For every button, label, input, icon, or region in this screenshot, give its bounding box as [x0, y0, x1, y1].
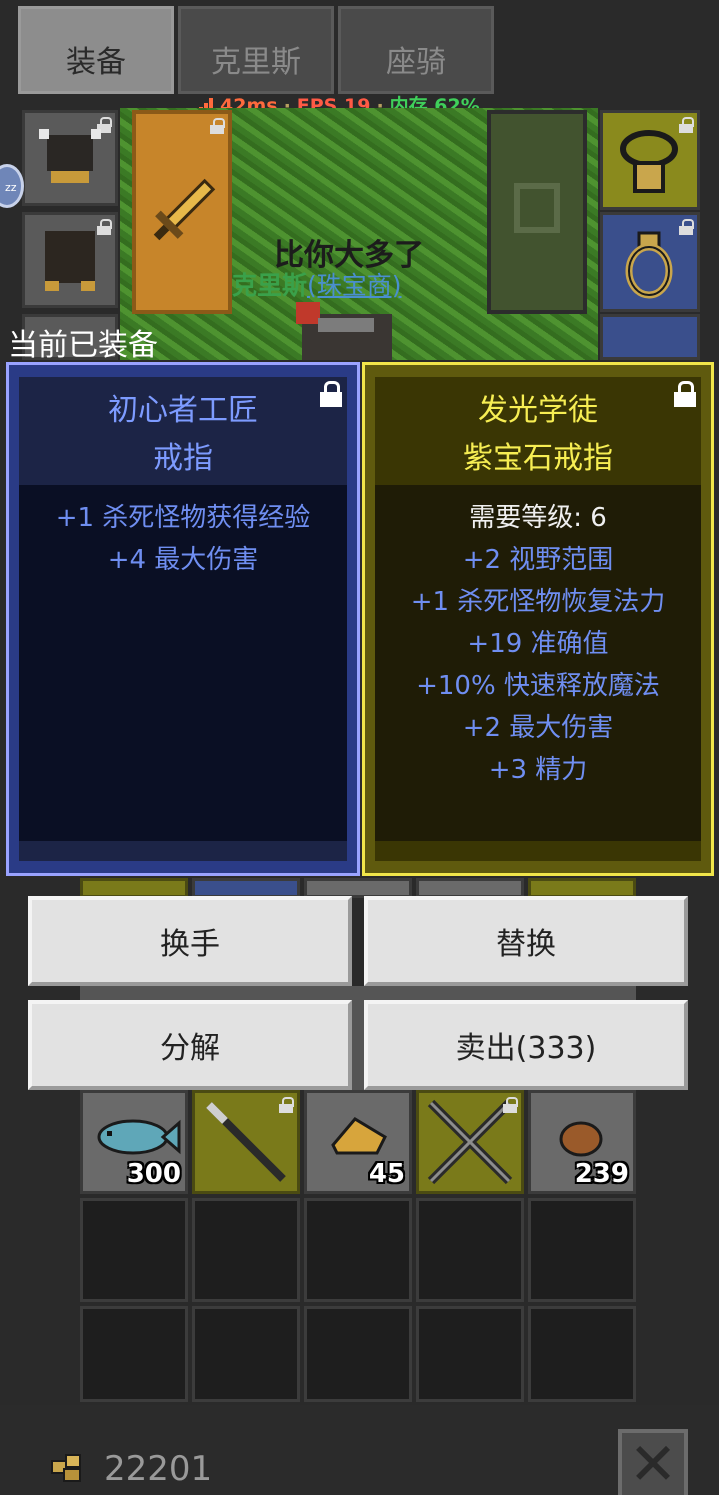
new-item-name-line1: 发光学徒 [478, 393, 598, 428]
lock-icon[interactable] [673, 381, 697, 409]
equipped-label: 当前已装备 [8, 328, 158, 363]
current-item-card: 初心者工匠 戒指 +1 杀死怪物获得经验 +4 最大伤害 [6, 362, 360, 876]
inventory-grid-hidden [80, 878, 636, 898]
inventory-slot[interactable] [416, 1198, 524, 1302]
inventory-slot[interactable] [192, 1198, 300, 1302]
item-count: 45 [368, 1159, 405, 1189]
lock-icon [279, 1097, 294, 1113]
close-button[interactable]: ✕ [618, 1429, 688, 1495]
inventory-slot[interactable]: 239 [528, 1090, 636, 1194]
stat-line: +3 精力 [488, 755, 588, 785]
stat-line: +1 杀死怪物获得经验 [55, 503, 311, 533]
inventory-slot[interactable] [416, 878, 524, 898]
replace-button[interactable]: 替换 [364, 896, 688, 986]
inventory-slot[interactable] [192, 878, 300, 898]
ring-icon [625, 231, 673, 299]
tab-mount[interactable]: 座骑 [338, 6, 494, 94]
footer-bar: 22201 ✕ [0, 1405, 719, 1495]
lock-icon [503, 1097, 518, 1113]
current-item-header: 初心者工匠 戒指 [19, 377, 347, 485]
inventory-slot[interactable] [304, 1306, 412, 1402]
current-item-name-line2: 戒指 [153, 441, 213, 476]
armor-slot[interactable] [22, 212, 118, 308]
stat-line: +10% 快速释放魔法 [416, 671, 660, 701]
inventory-slot[interactable] [304, 1198, 412, 1302]
helmet-slot[interactable] [22, 110, 118, 206]
card-footer [19, 841, 347, 861]
golden-sword-icon [153, 178, 216, 241]
inventory-slot[interactable] [80, 1306, 188, 1402]
tab-equipment[interactable]: 装备 [18, 6, 174, 94]
inventory-slot[interactable] [528, 1198, 636, 1302]
swap-hand-button[interactable]: 换手 [28, 896, 352, 986]
sell-button[interactable]: 卖出(333) [364, 1000, 688, 1090]
level-requirement: 需要等级: 6 [469, 503, 607, 533]
current-item-name-line1: 初心者工匠 [108, 393, 258, 428]
necklace-slot[interactable] [600, 110, 700, 210]
player-title: (珠宝商) [307, 271, 402, 300]
tab-bar: 装备 克里斯 座骑 [18, 6, 494, 94]
new-item-name-line2: 紫宝石戒指 [463, 441, 613, 476]
new-item-header: 发光学徒 紫宝石戒指 [375, 377, 701, 485]
ring-slot-2[interactable] [600, 314, 700, 360]
salvage-button[interactable]: 分解 [28, 1000, 352, 1090]
horned-helmet-icon [39, 129, 101, 183]
gold-amount: 22201 [104, 1449, 213, 1489]
stat-line: +2 视野范围 [462, 545, 614, 575]
inventory-slot[interactable] [80, 1198, 188, 1302]
player-nametag: 克里斯(珠宝商) [232, 266, 402, 302]
player-character [296, 302, 392, 360]
amulet-icon [620, 130, 678, 193]
sleep-status-badge: zz [0, 164, 24, 208]
item-count: 300 [126, 1159, 181, 1189]
inventory-slot[interactable]: 300 [80, 1090, 188, 1194]
inventory-slot[interactable] [80, 878, 188, 898]
lock-icon[interactable] [319, 381, 343, 409]
player-name: 克里斯 [232, 271, 308, 300]
item-count: 239 [574, 1159, 629, 1189]
inventory-slot[interactable] [416, 1306, 524, 1402]
offhand-slot[interactable] [487, 110, 587, 314]
inventory-slot[interactable] [528, 1306, 636, 1402]
new-item-card: 发光学徒 紫宝石戒指 需要等级: 6 +2 视野范围 +1 杀死怪物恢复法力 +… [362, 362, 714, 876]
stat-line: +1 杀死怪物恢复法力 [410, 587, 666, 617]
inventory-slot[interactable] [192, 1306, 300, 1402]
stat-line: +19 准确值 [467, 629, 609, 659]
new-item-stats: 需要等级: 6 +2 视野范围 +1 杀死怪物恢复法力 +19 准确值 +10%… [375, 485, 701, 841]
inventory-grid: 300 45 239 [80, 1090, 636, 1402]
tab-character[interactable]: 克里斯 [178, 6, 334, 94]
stat-line: +2 最大伤害 [462, 713, 614, 743]
inventory-slot[interactable] [192, 1090, 300, 1194]
inventory-slot[interactable] [528, 878, 636, 898]
shield-placeholder-icon [514, 183, 560, 233]
ring-slot[interactable] [600, 212, 700, 312]
close-icon: ✕ [628, 1430, 678, 1495]
inventory-slot[interactable]: 45 [304, 1090, 412, 1194]
inventory-slot[interactable] [304, 878, 412, 898]
weapon-slot[interactable] [132, 110, 232, 314]
current-item-stats: +1 杀死怪物获得经验 +4 最大伤害 [19, 485, 347, 841]
inventory-slot[interactable] [416, 1090, 524, 1194]
card-footer [375, 841, 701, 861]
gold-coins-icon [51, 1454, 81, 1482]
armor-icon [45, 231, 95, 291]
stat-line: +4 最大伤害 [107, 545, 259, 575]
